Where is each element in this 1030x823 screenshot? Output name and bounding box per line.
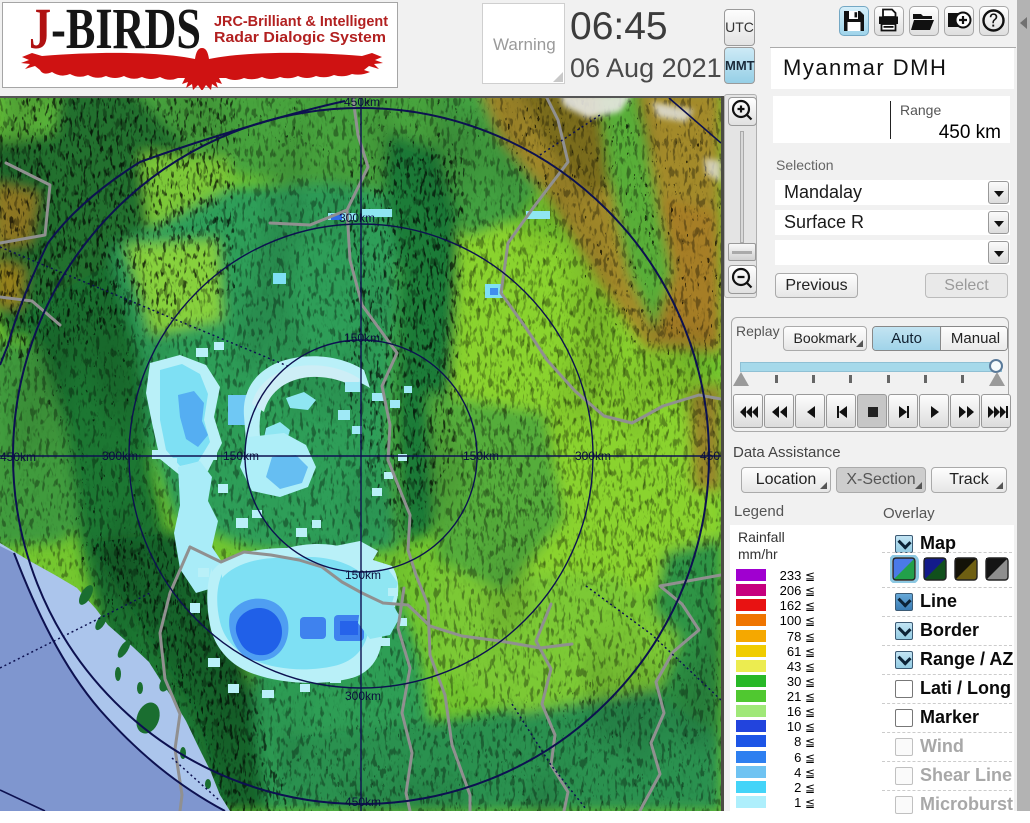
svg-text:300km: 300km (575, 449, 611, 463)
svg-text:300km: 300km (345, 689, 381, 703)
svg-text:J-BIRDS: J-BIRDS (29, 2, 201, 61)
svg-text:Radar Dialogic System: Radar Dialogic System (214, 29, 386, 46)
svg-text:150km: 150km (223, 449, 259, 463)
svg-text:150km: 150km (463, 449, 499, 463)
svg-text:150km: 150km (345, 568, 381, 582)
svg-text:JRC-Brilliant & Intelligent: JRC-Brilliant & Intelligent (214, 13, 388, 30)
svg-text:300km: 300km (339, 211, 375, 225)
svg-text:450km: 450km (0, 450, 36, 464)
svg-text:300km: 300km (102, 449, 138, 463)
svg-text:150km: 150km (344, 331, 380, 345)
svg-text:450km: 450km (345, 795, 381, 809)
svg-text:450km: 450km (344, 98, 380, 109)
svg-text:450km: 450km (700, 449, 721, 463)
